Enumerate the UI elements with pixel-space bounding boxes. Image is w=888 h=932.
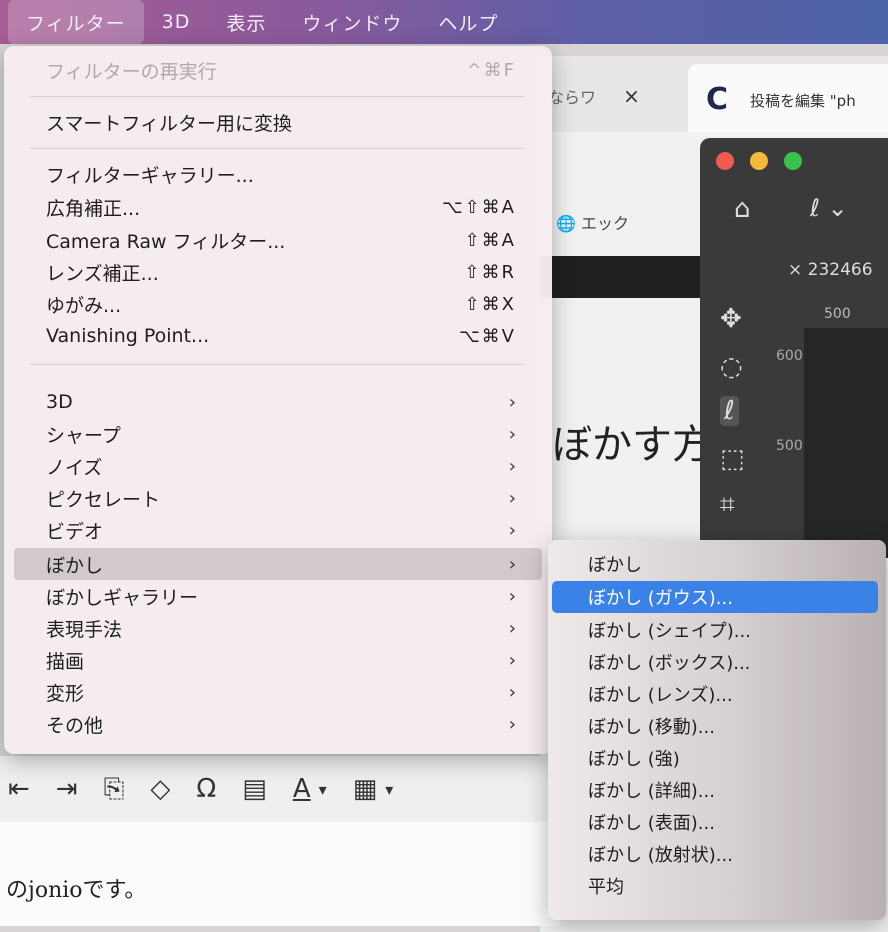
lasso-options-icon[interactable]: ℓ ⌄ — [810, 194, 848, 222]
menu-item-noise[interactable]: ノイズ › — [14, 450, 542, 482]
close-window-icon[interactable] — [716, 152, 734, 170]
menu-item-vanishing-point[interactable]: Vanishing Point... ⌥⌘V — [14, 320, 542, 352]
chevron-right-icon: › — [508, 423, 516, 445]
menubar-item-window[interactable]: ウィンドウ — [284, 0, 420, 44]
menu-item-render[interactable]: 描画 › — [14, 644, 542, 676]
chevron-right-icon: › — [508, 553, 516, 575]
globe-icon: 🌐 — [556, 214, 582, 233]
wp-dark-bar — [540, 256, 700, 298]
submenu-item-smart-blur[interactable]: ぼかし (詳細)... — [552, 774, 878, 806]
chevron-right-icon: › — [508, 487, 516, 509]
paste-icon[interactable]: ⎘ — [104, 774, 125, 805]
ruler-value: 500 — [824, 306, 851, 322]
browser-tab-label: ならワ — [548, 88, 597, 107]
indent-icon[interactable]: ⇥ — [56, 774, 78, 804]
photoshop-window: ⌂ ℓ ⌄ × 232466 500 ✥ ◌ ℓ ⬚ ⌗ 600 500 — [700, 138, 888, 558]
submenu-item-shape-blur[interactable]: ぼかし (シェイプ)... — [552, 614, 878, 646]
hr-icon[interactable]: ▤ — [242, 774, 267, 804]
menubar-item-3d[interactable]: 3D — [144, 0, 209, 44]
submenu-item-blur-more[interactable]: ぼかし (強) — [552, 742, 878, 774]
menu-item-filter-gallery[interactable]: フィルターギャラリー... — [14, 158, 542, 190]
chevron-right-icon: › — [508, 649, 516, 671]
close-icon[interactable]: × — [623, 84, 640, 108]
maximize-window-icon[interactable] — [784, 152, 802, 170]
outdent-icon[interactable]: ⇤ — [8, 774, 30, 804]
ellipse-marquee-icon[interactable]: ◌ — [720, 352, 743, 382]
menubar-item-filter[interactable]: フィルター — [8, 0, 144, 44]
move-tool-icon[interactable]: ✥ — [720, 304, 742, 334]
menu-item-stylize[interactable]: 表現手法 › — [14, 612, 542, 644]
menu-item-adaptive-wide-angle[interactable]: 広角補正... ⌥⇧⌘A — [14, 191, 542, 223]
chevron-right-icon: › — [508, 519, 516, 541]
menu-item-pixelate[interactable]: ピクセレート › — [14, 482, 542, 514]
select-tool-icon[interactable]: ⬚ — [720, 444, 745, 474]
chevron-down-icon[interactable]: ▾ — [385, 780, 393, 799]
chevron-right-icon: › — [508, 713, 516, 735]
menubar-item-help[interactable]: ヘルプ — [420, 0, 516, 44]
chevron-down-icon[interactable]: ▾ — [319, 780, 327, 799]
menu-item-sharpen[interactable]: シャープ › — [14, 418, 542, 450]
minimize-window-icon[interactable] — [750, 152, 768, 170]
menu-item-convert-smart-filter[interactable]: スマートフィルター用に変換 — [14, 106, 542, 138]
eraser-icon[interactable]: ◇ — [150, 774, 170, 804]
wp-toolbar-item[interactable]: 🌐 エック — [556, 210, 629, 234]
submenu-item-blur[interactable]: ぼかし — [552, 548, 878, 580]
submenu-item-radial-blur[interactable]: ぼかし (放射状)... — [552, 838, 878, 870]
document-tab[interactable]: × 232466 — [788, 260, 873, 280]
menu-item-distort[interactable]: 変形 › — [14, 676, 542, 708]
filter-menu: フィルターの再実行 ^⌘F スマートフィルター用に変換 フィルターギャラリー..… — [4, 46, 552, 754]
submenu-item-lens-blur[interactable]: ぼかし (レンズ)... — [552, 678, 878, 710]
site-logo-icon: C — [706, 82, 729, 117]
blur-submenu: ぼかし ぼかし (ガウス)... ぼかし (シェイプ)... ぼかし (ボックス… — [548, 540, 886, 920]
chevron-right-icon: › — [508, 681, 516, 703]
lasso-tool-icon[interactable]: ℓ — [720, 396, 739, 426]
menubar: フィルター 3D 表示 ウィンドウ ヘルプ — [0, 0, 888, 44]
vertical-ruler-value: 500 — [776, 438, 803, 454]
submenu-item-box-blur[interactable]: ぼかし (ボックス)... — [552, 646, 878, 678]
table-icon[interactable]: ▦ — [353, 774, 378, 804]
editor-toolbar: ⇤ ⇥ ⎘ ◇ Ω ▤ A ▾ ▦ ▾ — [0, 756, 560, 822]
crop-tool-icon[interactable]: ⌗ — [720, 490, 735, 521]
menu-item-repeat-filter: フィルターの再実行 ^⌘F — [46, 59, 516, 83]
menu-item-liquify[interactable]: ゆがみ... ⇧⌘X — [14, 288, 542, 320]
menu-item-blur[interactable]: ぼかし › — [14, 548, 542, 580]
submenu-item-motion-blur[interactable]: ぼかし (移動)... — [552, 710, 878, 742]
menu-item-video[interactable]: ビデオ › — [14, 514, 542, 546]
omega-icon[interactable]: Ω — [196, 774, 216, 804]
menu-separator — [30, 148, 524, 149]
menu-item-other[interactable]: その他 › — [14, 708, 542, 740]
menu-separator — [30, 364, 524, 365]
home-icon[interactable]: ⌂ — [734, 194, 751, 224]
chevron-right-icon: › — [508, 585, 516, 607]
menu-item-blur-gallery[interactable]: ぼかしギャラリー › — [14, 580, 542, 612]
browser-tab-active[interactable]: C 投稿を編集 "ph — [688, 64, 888, 134]
menu-separator — [30, 96, 524, 97]
browser-tab-label: 投稿を編集 "ph — [750, 92, 856, 110]
chevron-right-icon: › — [508, 617, 516, 639]
canvas[interactable] — [804, 328, 888, 558]
submenu-item-surface-blur[interactable]: ぼかし (表面)... — [552, 806, 878, 838]
browser-tab-inactive[interactable]: ならワ × — [548, 84, 640, 108]
submenu-item-average[interactable]: 平均 — [552, 870, 878, 902]
menubar-item-view[interactable]: 表示 — [208, 0, 284, 44]
text-color-icon[interactable]: A — [293, 774, 311, 804]
post-heading: ぼかす方 — [552, 422, 712, 468]
vertical-ruler-value: 600 — [776, 348, 803, 364]
submenu-item-gaussian-blur[interactable]: ぼかし (ガウス)... — [552, 581, 878, 613]
chevron-right-icon: › — [508, 391, 516, 413]
chevron-right-icon: › — [508, 455, 516, 477]
menu-item-3d[interactable]: 3D › — [14, 386, 542, 418]
editor-text: のjonioです。 — [6, 878, 147, 903]
menu-item-camera-raw[interactable]: Camera Raw フィルター... ⇧⌘A — [14, 224, 542, 256]
menu-item-lens-correction[interactable]: レンズ補正... ⇧⌘R — [14, 256, 542, 288]
